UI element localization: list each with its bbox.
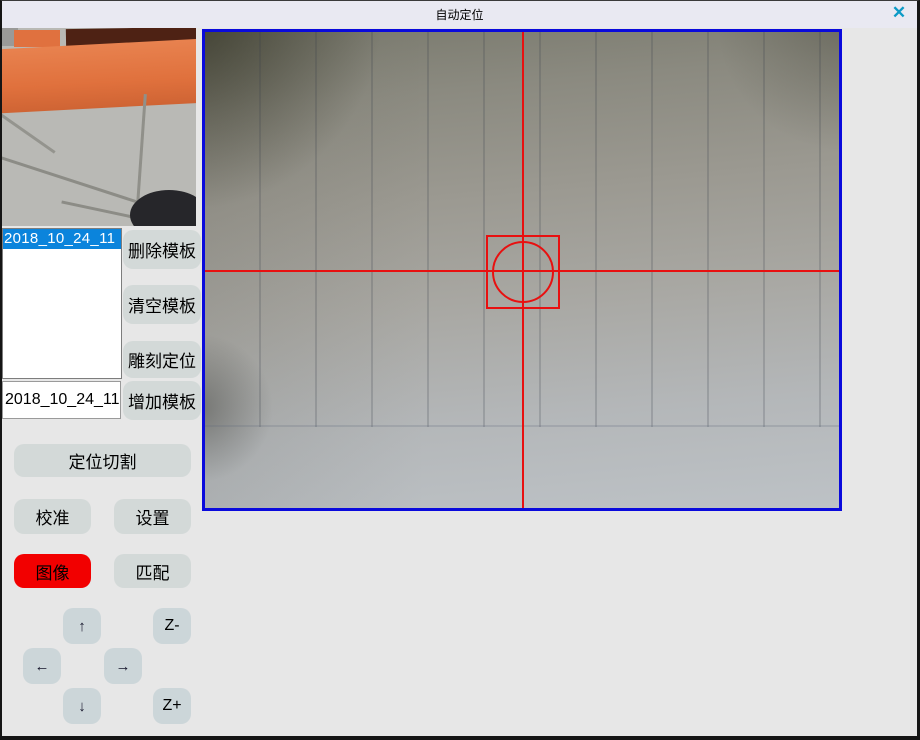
target-circle-overlay <box>492 241 554 303</box>
jog-z-plus-button[interactable]: Z+ <box>153 688 191 724</box>
add-template-button[interactable]: 增加模板 <box>123 381 201 420</box>
camera-image <box>205 32 839 508</box>
engrave-position-button[interactable]: 雕刻定位 <box>123 341 201 378</box>
delete-template-button[interactable]: 删除模板 <box>123 230 201 269</box>
thumbnail-orange-beam <box>2 39 196 114</box>
calibrate-button[interactable]: 校准 <box>14 499 91 534</box>
template-list[interactable]: 2018_10_24_11 <box>2 228 122 379</box>
thumbnail-orange-block <box>14 30 60 47</box>
jog-z-minus-button[interactable]: Z- <box>153 608 191 644</box>
position-cut-button[interactable]: 定位切割 <box>14 444 191 477</box>
jog-up-button[interactable]: ↑ <box>63 608 101 644</box>
template-list-item[interactable]: 2018_10_24_11 <box>3 229 121 249</box>
close-icon[interactable]: ✕ <box>888 2 910 24</box>
window-title: 自动定位 <box>435 6 483 23</box>
auto-position-window: 自动定位 ✕ 2018_10_24_11 删除模板 清空模板 雕刻定位 增加模板… <box>0 0 920 740</box>
jog-right-button[interactable]: → <box>104 648 142 684</box>
clear-templates-button[interactable]: 清空模板 <box>123 285 201 324</box>
thumbnail-tile-line <box>2 153 145 205</box>
image-button-active[interactable]: 图像 <box>14 554 91 588</box>
camera-viewport[interactable] <box>202 29 842 511</box>
thumbnail-tile-line <box>136 94 147 204</box>
titlebar: 自动定位 ✕ <box>2 1 917 28</box>
thumbnail-dark-blob <box>130 190 196 226</box>
template-thumbnail-preview <box>2 28 196 226</box>
jog-left-button[interactable]: ← <box>23 648 61 684</box>
match-button[interactable]: 匹配 <box>114 554 191 588</box>
template-name-field[interactable] <box>2 381 121 419</box>
settings-button[interactable]: 设置 <box>114 499 191 534</box>
jog-down-button[interactable]: ↓ <box>63 688 101 724</box>
